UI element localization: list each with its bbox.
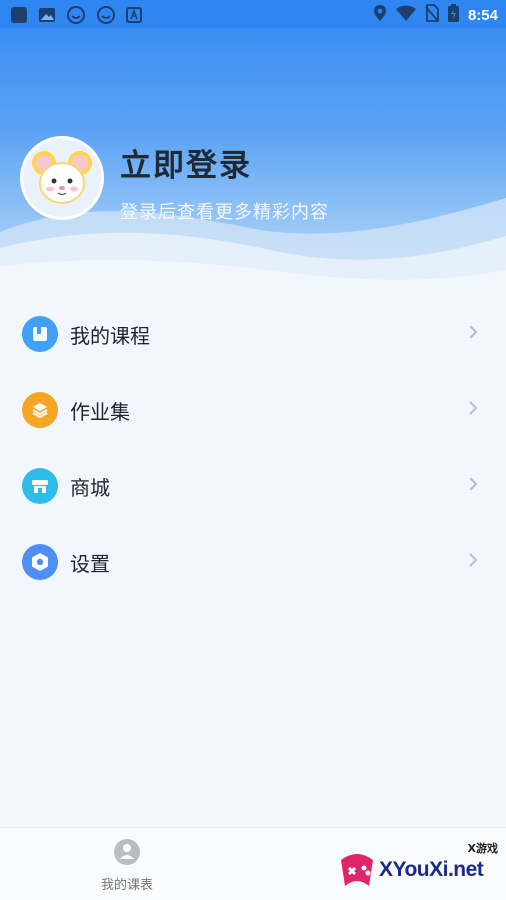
face-icon-2: [96, 5, 116, 29]
mouse-mascot-icon: [23, 139, 101, 217]
menu-item-label: 设置: [70, 552, 110, 576]
book-icon: [22, 316, 58, 352]
settings-hexagon-icon: [22, 544, 58, 580]
menu-item-label: 作业集: [70, 400, 130, 424]
chevron-right-icon: [468, 476, 478, 496]
watermark-small-text: X游戏: [467, 842, 498, 855]
font-icon: [126, 7, 142, 27]
wifi-icon: [395, 5, 416, 25]
login-title[interactable]: 立即登录: [120, 140, 252, 185]
battery-icon: [447, 4, 459, 26]
menu-item-homework[interactable]: 作业集: [0, 372, 506, 448]
menu-item-my-courses[interactable]: 我的课程: [0, 296, 506, 372]
menu-item-settings[interactable]: 设置: [0, 524, 506, 600]
location-icon: [373, 4, 387, 26]
watermark: X游戏 XYouXi.net: [335, 838, 500, 894]
clock: 8:54: [467, 6, 498, 24]
menu-item-store[interactable]: 商城: [0, 448, 506, 524]
schedule-icon: [114, 839, 140, 865]
tab-my-schedule[interactable]: 我的课表: [90, 838, 164, 893]
chevron-right-icon: [468, 400, 478, 420]
status-bar: 8:54: [0, 0, 506, 28]
chevron-right-icon: [468, 552, 478, 572]
menu-list: 我的课程 作业集 商城 设置: [0, 296, 506, 600]
menu-item-label: 我的课程: [70, 324, 150, 348]
chevron-right-icon: [468, 324, 478, 344]
login-subtitle: 登录后查看更多精彩内容: [120, 202, 329, 223]
tab-label: 我的课表: [100, 878, 153, 893]
watermark-text: XYouXi.net: [379, 858, 484, 881]
store-icon: [22, 468, 58, 504]
gallery-icon: [38, 6, 56, 28]
profile-header: 立即登录 登录后查看更多精彩内容: [0, 28, 506, 290]
menu-item-label: 商城: [70, 476, 110, 500]
no-sim-icon: [425, 4, 439, 26]
avatar[interactable]: [20, 136, 104, 220]
gamepad-logo-icon: [341, 854, 373, 886]
app-notification-icon: [10, 6, 28, 28]
bottom-nav: 我的课表 X游戏 XYouXi.net: [0, 827, 506, 900]
face-icon: [66, 5, 86, 29]
layers-icon: [22, 392, 58, 428]
